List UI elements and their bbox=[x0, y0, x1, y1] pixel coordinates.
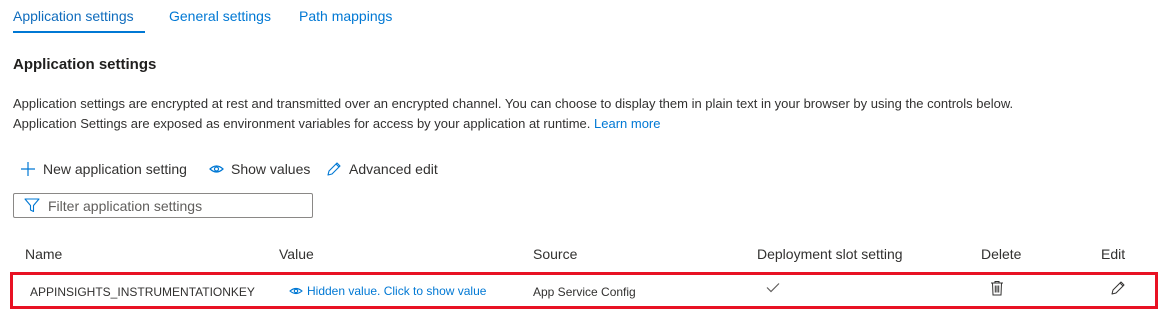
filter-input[interactable] bbox=[48, 197, 288, 214]
description-line-1: Application settings are encrypted at re… bbox=[13, 96, 1014, 111]
setting-name: APPINSIGHTS_INSTRUMENTATIONKEY bbox=[30, 285, 255, 299]
show-values-button[interactable]: Show values bbox=[209, 159, 310, 179]
column-header-delete: Delete bbox=[981, 246, 1022, 262]
checkmark-icon bbox=[766, 283, 780, 293]
setting-source: App Service Config bbox=[533, 285, 636, 299]
hidden-value-toggle[interactable]: Hidden value. Click to show value bbox=[289, 284, 486, 298]
advanced-edit-button[interactable]: Advanced edit bbox=[326, 159, 438, 179]
pencil-icon bbox=[327, 162, 341, 176]
new-application-setting-label: New application setting bbox=[43, 161, 187, 177]
description-line-2-text: Application Settings are exposed as envi… bbox=[13, 116, 591, 131]
deployment-slot-checkmark bbox=[766, 282, 780, 296]
hidden-value-label: Hidden value. Click to show value bbox=[307, 284, 487, 298]
delete-button[interactable] bbox=[990, 280, 1004, 299]
column-header-source: Source bbox=[533, 246, 578, 262]
filter-icon bbox=[24, 198, 40, 213]
section-description: Application settings are encrypted at re… bbox=[13, 94, 1163, 134]
tab-bar: Application settings General settings Pa… bbox=[0, 0, 1166, 36]
table-row[interactable]: APPINSIGHTS_INSTRUMENTATIONKEY Hidden va… bbox=[10, 272, 1158, 309]
new-application-setting-button[interactable]: New application setting bbox=[20, 159, 187, 179]
command-bar: New application setting Show values Adva… bbox=[20, 159, 720, 179]
column-header-deployment-slot: Deployment slot setting bbox=[757, 246, 903, 262]
section-title: Application settings bbox=[13, 56, 157, 73]
tab-path-mappings[interactable]: Path mappings bbox=[299, 8, 392, 24]
pencil-icon bbox=[1111, 281, 1125, 295]
advanced-edit-label: Advanced edit bbox=[349, 161, 438, 177]
filter-box bbox=[13, 193, 313, 218]
eye-icon bbox=[289, 287, 303, 295]
column-header-name: Name bbox=[25, 246, 63, 262]
eye-icon bbox=[209, 165, 224, 173]
plus-icon bbox=[21, 162, 35, 176]
column-header-edit: Edit bbox=[1101, 246, 1126, 262]
learn-more-link[interactable]: Learn more bbox=[594, 116, 660, 131]
description-line-2: Application Settings are exposed as envi… bbox=[13, 114, 1163, 134]
tab-general-settings[interactable]: General settings bbox=[169, 8, 271, 24]
active-tab-indicator bbox=[13, 31, 145, 33]
edit-button[interactable] bbox=[1110, 280, 1126, 299]
column-header-value: Value bbox=[279, 246, 314, 262]
show-values-label: Show values bbox=[231, 161, 311, 177]
trash-icon bbox=[991, 281, 1003, 296]
tab-application-settings[interactable]: Application settings bbox=[13, 8, 134, 24]
